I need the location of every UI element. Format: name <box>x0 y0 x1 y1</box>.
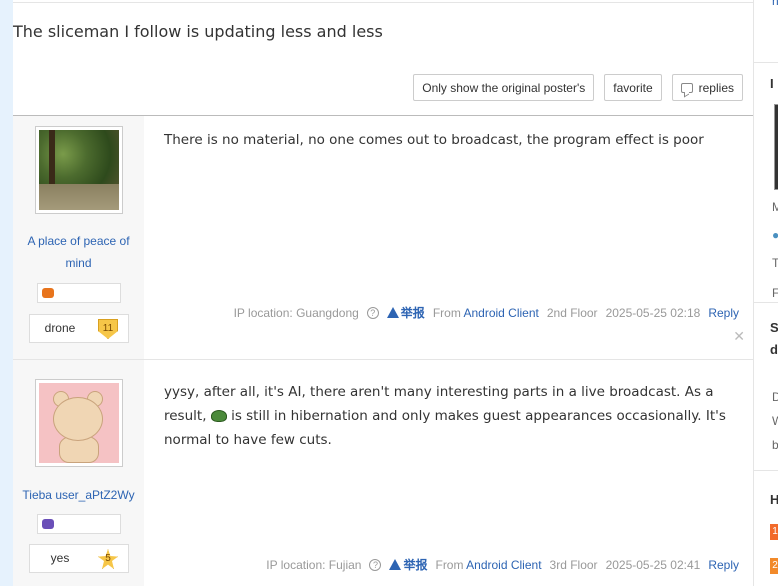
report-button[interactable]: 举报 <box>386 304 425 321</box>
report-button[interactable]: 举报 <box>389 556 427 573</box>
badge-row <box>37 514 121 534</box>
post-floor-2: A place of peace of mind drone 11 There … <box>13 116 753 359</box>
client-link[interactable]: Android Client <box>463 306 538 320</box>
post-datetime: 2025-05-25 02:41 <box>605 557 701 572</box>
divider <box>754 302 778 303</box>
client-link[interactable]: Android Client <box>466 558 541 572</box>
post-content: yysy, after all, it's AI, there aren't m… <box>164 380 734 452</box>
warning-icon <box>389 559 402 570</box>
badge-icon[interactable] <box>42 519 54 529</box>
sidebar-text: F <box>772 286 778 300</box>
rank-badge: 2 <box>770 558 778 574</box>
floor-number: 2nd Floor <box>546 305 598 320</box>
replies-button[interactable]: replies <box>671 74 743 101</box>
reply-link[interactable]: Reply <box>708 306 739 320</box>
ip-location: IP location: Fujian <box>266 557 362 572</box>
sidebar-link[interactable]: h <box>772 0 778 8</box>
report-label: 举报 <box>400 306 425 320</box>
close-icon[interactable]: ✕ <box>733 328 745 345</box>
help-icon[interactable]: ? <box>369 558 382 571</box>
author-name[interactable]: Tieba user_aPtZ2Wy <box>13 484 144 506</box>
post-floor-3: Tieba user_aPtZ2Wy yes 5 yysy, after all… <box>13 360 753 586</box>
favorite-button[interactable]: favorite <box>604 74 662 101</box>
sidebar-text: M <box>772 200 778 214</box>
level-number: 5 <box>98 549 118 569</box>
sidebar-text: D <box>772 390 778 404</box>
only-op-button[interactable]: Only show the original poster's <box>413 74 595 101</box>
level-name: drone <box>44 321 76 335</box>
left-background-strip <box>0 0 13 586</box>
badge-row <box>37 283 121 303</box>
post-datetime: 2025-05-25 02:18 <box>605 305 701 320</box>
favorite-label: favorite <box>613 80 653 95</box>
avatar[interactable] <box>35 379 123 467</box>
bear-head-shape <box>53 397 103 441</box>
avatar-image <box>39 383 119 463</box>
sidebar-image[interactable] <box>774 104 778 190</box>
reply-link[interactable]: Reply <box>708 558 739 572</box>
from-label: From Android Client <box>435 557 542 572</box>
sidebar-text: W <box>772 414 778 428</box>
ip-location: IP location: Guangdong <box>233 305 359 320</box>
author-panel: Tieba user_aPtZ2Wy yes 5 <box>13 360 144 586</box>
post-tail: IP location: Fujian ? 举报 From Android Cl… <box>266 556 739 573</box>
avatar-image <box>39 130 119 210</box>
replies-label: replies <box>698 80 734 95</box>
thread-title: The sliceman I follow is updating less a… <box>13 22 383 41</box>
report-label: 举报 <box>403 558 428 572</box>
sidebar-heading: I <box>770 76 774 91</box>
right-sidebar: h I M ● T F S d D W b H 1 2 <box>754 0 778 586</box>
badge-icon[interactable] <box>42 288 54 298</box>
rank-badge: 1 <box>770 524 778 540</box>
level-name: yes <box>50 551 70 565</box>
sidebar-text: T <box>772 256 778 270</box>
thread-main: The sliceman I follow is updating less a… <box>13 0 753 586</box>
sidebar-text: b <box>772 438 778 452</box>
sidebar-icon: ● <box>772 228 778 242</box>
thread-toolbar: Only show the original poster's favorite… <box>413 74 743 101</box>
level-badge[interactable]: yes 5 <box>29 544 129 573</box>
from-label: From Android Client <box>432 305 539 320</box>
floor-number: 3rd Floor <box>549 557 598 572</box>
avatar[interactable] <box>35 126 123 214</box>
sidebar-heading: S <box>770 320 778 335</box>
warning-icon <box>386 307 399 318</box>
only-op-label: Only show the original poster's <box>422 80 586 95</box>
post-content: There is no material, no one comes out t… <box>164 132 704 148</box>
help-icon[interactable]: ? <box>366 306 379 319</box>
author-panel: A place of peace of mind drone 11 <box>13 116 144 359</box>
author-name[interactable]: A place of peace of mind <box>13 230 144 274</box>
post-text-part2: is still in hibernation and only makes g… <box>164 408 726 448</box>
turtle-emoji-icon <box>210 410 227 422</box>
sidebar-heading: H <box>770 492 778 507</box>
divider <box>754 62 778 63</box>
divider <box>13 2 753 3</box>
sidebar-heading: d <box>770 342 778 357</box>
comment-icon <box>680 82 693 93</box>
post-tail: IP location: Guangdong ? 举报 From Android… <box>234 304 739 321</box>
level-number: 11 <box>98 319 118 339</box>
level-badge[interactable]: drone 11 <box>29 314 129 343</box>
divider <box>754 470 778 471</box>
